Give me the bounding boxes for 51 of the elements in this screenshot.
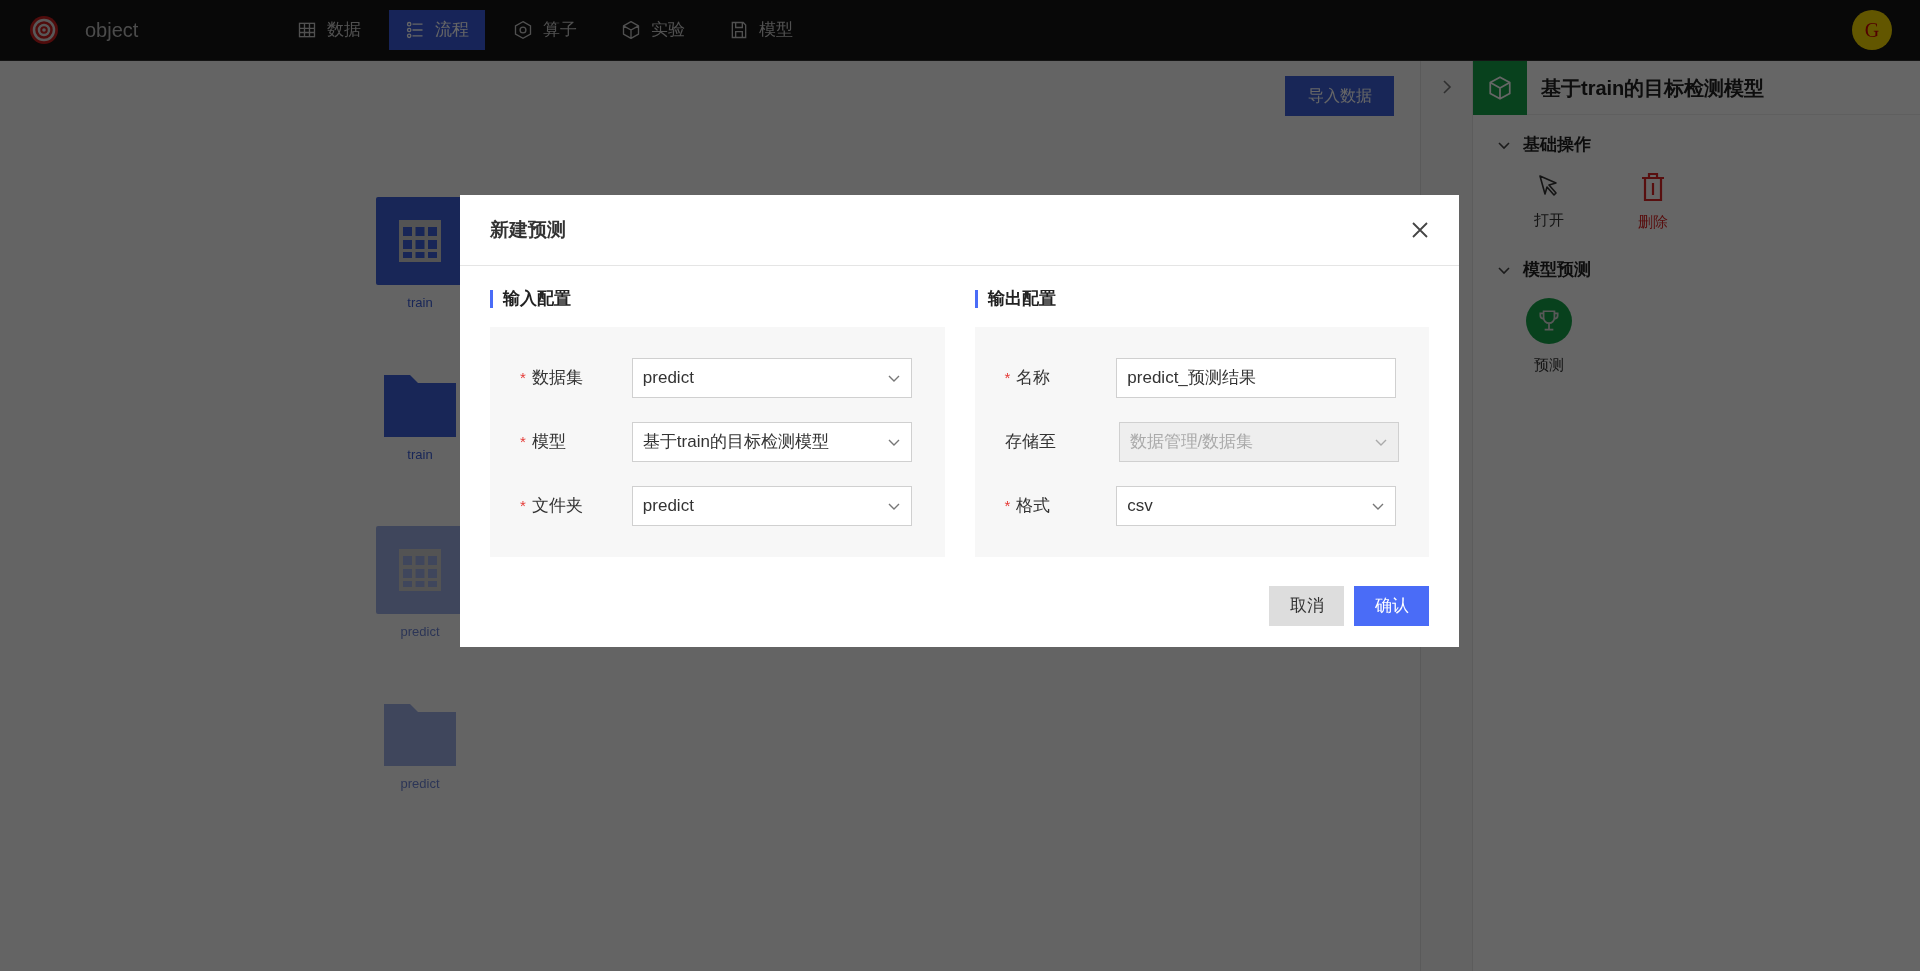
table-icon: [297, 20, 318, 40]
cube-icon: [1487, 74, 1513, 101]
folder-node[interactable]: [384, 374, 456, 437]
hexagon-icon: [513, 20, 534, 40]
required-mark: *: [1004, 495, 1011, 516]
required-mark: *: [520, 431, 526, 452]
field-label: 名称: [1016, 367, 1052, 390]
nav-tab[interactable]: 算子: [497, 10, 594, 50]
logo-icon: [27, 13, 61, 47]
import-data-button[interactable]: 导入数据: [1285, 76, 1394, 116]
select-field[interactable]: csv: [1116, 486, 1397, 526]
required-mark: *: [520, 367, 526, 388]
field-label: 数据集: [531, 367, 584, 390]
trophy-icon: [1526, 297, 1572, 344]
node-label: predict: [400, 623, 440, 641]
panel-title: 基于train的目标检测模型: [1541, 75, 1765, 101]
section-title: 输出配置: [974, 290, 1429, 308]
input-field[interactable]: predict_预测结果: [1116, 358, 1397, 398]
field-label: 文件夹: [531, 495, 584, 518]
section-title: 输入配置: [490, 290, 945, 308]
folder-node[interactable]: [384, 703, 456, 766]
select-field[interactable]: predict: [631, 358, 912, 398]
user-avatar[interactable]: G: [1852, 10, 1892, 50]
nav-tab[interactable]: 流程: [389, 10, 486, 50]
required-mark: *: [520, 495, 526, 516]
confirm-button[interactable]: 确认: [1354, 586, 1429, 626]
cancel-button[interactable]: 取消: [1269, 586, 1344, 626]
cube-icon: [621, 20, 642, 40]
node-label: predict: [400, 774, 440, 793]
open-action[interactable]: 打开: [1517, 173, 1581, 234]
nav-tab[interactable]: 数据: [281, 10, 378, 50]
select-field[interactable]: 基于train的目标检测模型: [631, 422, 912, 462]
delete-action[interactable]: 删除: [1621, 173, 1685, 234]
dialog-title: 新建预测: [490, 217, 566, 242]
app-name: object: [85, 18, 139, 43]
select-field[interactable]: predict: [631, 486, 912, 526]
section-header[interactable]: 模型预测: [1497, 255, 1920, 284]
close-icon[interactable]: [1411, 221, 1429, 239]
flow-icon: [405, 20, 426, 40]
node-label: train: [407, 445, 433, 464]
field-label: 存储至: [1004, 431, 1057, 454]
nav-tab[interactable]: 模型: [713, 10, 810, 50]
field-label: 模型: [531, 431, 567, 454]
required-mark: *: [1004, 367, 1011, 388]
nav-tab[interactable]: 实验: [605, 10, 702, 50]
table-icon: [399, 220, 441, 262]
node-label: train: [407, 294, 433, 312]
trash-icon: [1641, 173, 1665, 201]
field-label: 格式: [1016, 495, 1052, 518]
predict-action[interactable]: 预测: [1517, 297, 1581, 376]
section-header[interactable]: 基础操作: [1497, 131, 1920, 159]
